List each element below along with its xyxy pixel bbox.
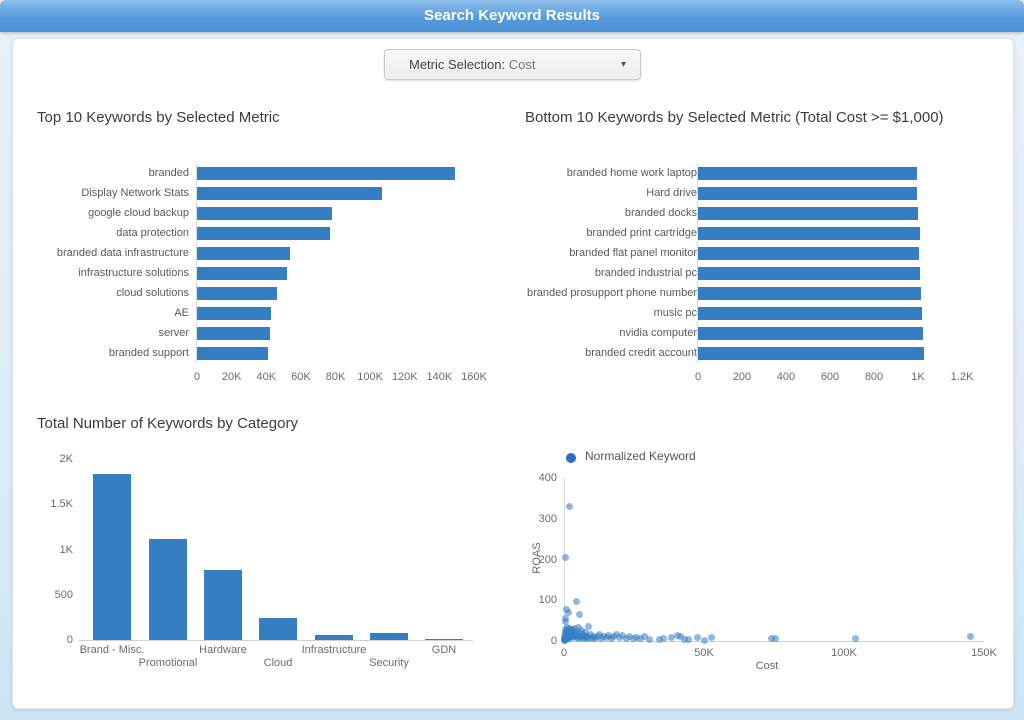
scatter-point[interactable] — [694, 634, 701, 641]
top10-bar-label: branded support — [17, 346, 189, 360]
bycategory-x-axis-line — [79, 640, 473, 641]
bycategory-x-category-label: Hardware — [168, 644, 278, 657]
bottom10-bar[interactable] — [698, 267, 920, 280]
scatter-point[interactable] — [708, 634, 715, 641]
dashboard-card: Metric Selection: Cost ▾ Top 10 Keywords… — [12, 38, 1014, 709]
scatter-point[interactable] — [565, 609, 572, 616]
scatter-point[interactable] — [566, 503, 573, 510]
bottom10-bar[interactable] — [698, 187, 917, 200]
scatter-point[interactable] — [967, 633, 974, 640]
scatter-point[interactable] — [576, 611, 583, 618]
app-header: Search Keyword Results — [0, 0, 1024, 32]
scatter-point[interactable] — [585, 623, 592, 630]
top10-bar[interactable] — [197, 207, 332, 220]
bottom10-bar-label: branded industrial pc — [525, 266, 697, 280]
bottom10-x-tick-label: 1.2K — [932, 371, 992, 384]
top10-bar[interactable] — [197, 307, 271, 320]
roas-scatter-y-tick-label: 400 — [507, 472, 557, 485]
scatter-point[interactable] — [701, 637, 708, 644]
roas-scatter-y-tick-label: 300 — [507, 513, 557, 526]
bycategory-bar[interactable] — [149, 539, 187, 640]
bycategory-x-category-label: GDN — [389, 644, 499, 657]
bycategory-bar[interactable] — [425, 639, 463, 640]
bottom10-bar-label: branded credit account — [525, 346, 697, 360]
bottom10-bar[interactable] — [698, 307, 922, 320]
bycategory-x-category-label: Promotional — [113, 657, 223, 670]
bottom10-bar[interactable] — [698, 347, 924, 360]
bottom10-bar[interactable] — [698, 167, 917, 180]
roas-scatter-x-tick-label: 100K — [819, 647, 869, 660]
bottom10-bar[interactable] — [698, 287, 921, 300]
top10-bar[interactable] — [197, 187, 382, 200]
bycategory-y-tick-label: 1K — [23, 544, 73, 557]
top10-bar[interactable] — [197, 167, 455, 180]
top10-bar[interactable] — [197, 247, 290, 260]
roas-scatter-y-tick-label: 100 — [507, 594, 557, 607]
bycategory-bar[interactable] — [259, 618, 297, 640]
top10-bar-label: data protection — [17, 226, 189, 240]
top10-bar-label: branded — [17, 166, 189, 180]
roas-scatter-y-tick-label: 200 — [507, 554, 557, 567]
bottom10-bar[interactable] — [698, 247, 919, 260]
top10-x-tick-label: 160K — [444, 371, 504, 384]
bycategory-bar[interactable] — [204, 570, 242, 640]
bottom10-bar[interactable] — [698, 227, 920, 240]
bottom10-bar-label: nvidia computer — [525, 326, 697, 340]
bycategory-x-category-label: Infrastructure — [279, 644, 389, 657]
roas-scatter-x-tick-label: 0 — [539, 647, 589, 660]
page-title: Search Keyword Results — [424, 7, 600, 24]
bottom10-bar-label: Hard drive — [525, 186, 697, 200]
scatter-point[interactable] — [646, 636, 653, 643]
charts-layer: branded Display Network Stats google cloud… — [13, 39, 1013, 708]
bottom10-bar-label: music pc — [525, 306, 697, 320]
bycategory-x-category-label: Security — [334, 657, 444, 670]
bycategory-y-tick-label: 1.5K — [23, 498, 73, 511]
top10-bar[interactable] — [197, 267, 287, 280]
top10-bar[interactable] — [197, 227, 330, 240]
scatter-point[interactable] — [562, 554, 569, 561]
bottom10-bar-label: branded print cartridge — [525, 226, 697, 240]
bycategory-bar[interactable] — [93, 474, 131, 640]
bottom10-bar-label: branded docks — [525, 206, 697, 220]
bottom10-bar[interactable] — [698, 327, 923, 340]
scatter-point[interactable] — [660, 635, 667, 642]
top10-bar-label: cloud solutions — [17, 286, 189, 300]
top10-bar-label: branded data infrastructure — [17, 246, 189, 260]
bycategory-bar[interactable] — [315, 635, 353, 640]
top10-bar-label: google cloud backup — [17, 206, 189, 220]
top10-bar[interactable] — [197, 327, 270, 340]
scatter-point[interactable] — [685, 636, 692, 643]
scatter-point[interactable] — [772, 635, 779, 642]
top10-bar-label: infrastructure solutions — [17, 266, 189, 280]
top10-bar[interactable] — [197, 287, 277, 300]
bycategory-x-category-label: Brand - Misc. — [57, 644, 167, 657]
bottom10-bar-label: branded prosupport phone number — [525, 286, 697, 300]
bottom10-bar-label: branded home work laptop — [525, 166, 697, 180]
bycategory-bar[interactable] — [370, 633, 408, 640]
top10-bar-label: AE — [17, 306, 189, 320]
top10-bar-label: server — [17, 326, 189, 340]
bycategory-x-category-label: Cloud — [223, 657, 333, 670]
scatter-point[interactable] — [573, 598, 580, 605]
top10-bar[interactable] — [197, 347, 268, 360]
bycategory-y-tick-label: 2K — [23, 453, 73, 466]
top10-bar-label: Display Network Stats — [17, 186, 189, 200]
bottom10-bar-label: branded flat panel monitor — [525, 246, 697, 260]
bycategory-y-tick-label: 500 — [23, 589, 73, 602]
bottom10-bar[interactable] — [698, 207, 918, 220]
roas-scatter-x-tick-label: 150K — [959, 647, 1009, 660]
roas-scatter-x-tick-label: 50K — [679, 647, 729, 660]
